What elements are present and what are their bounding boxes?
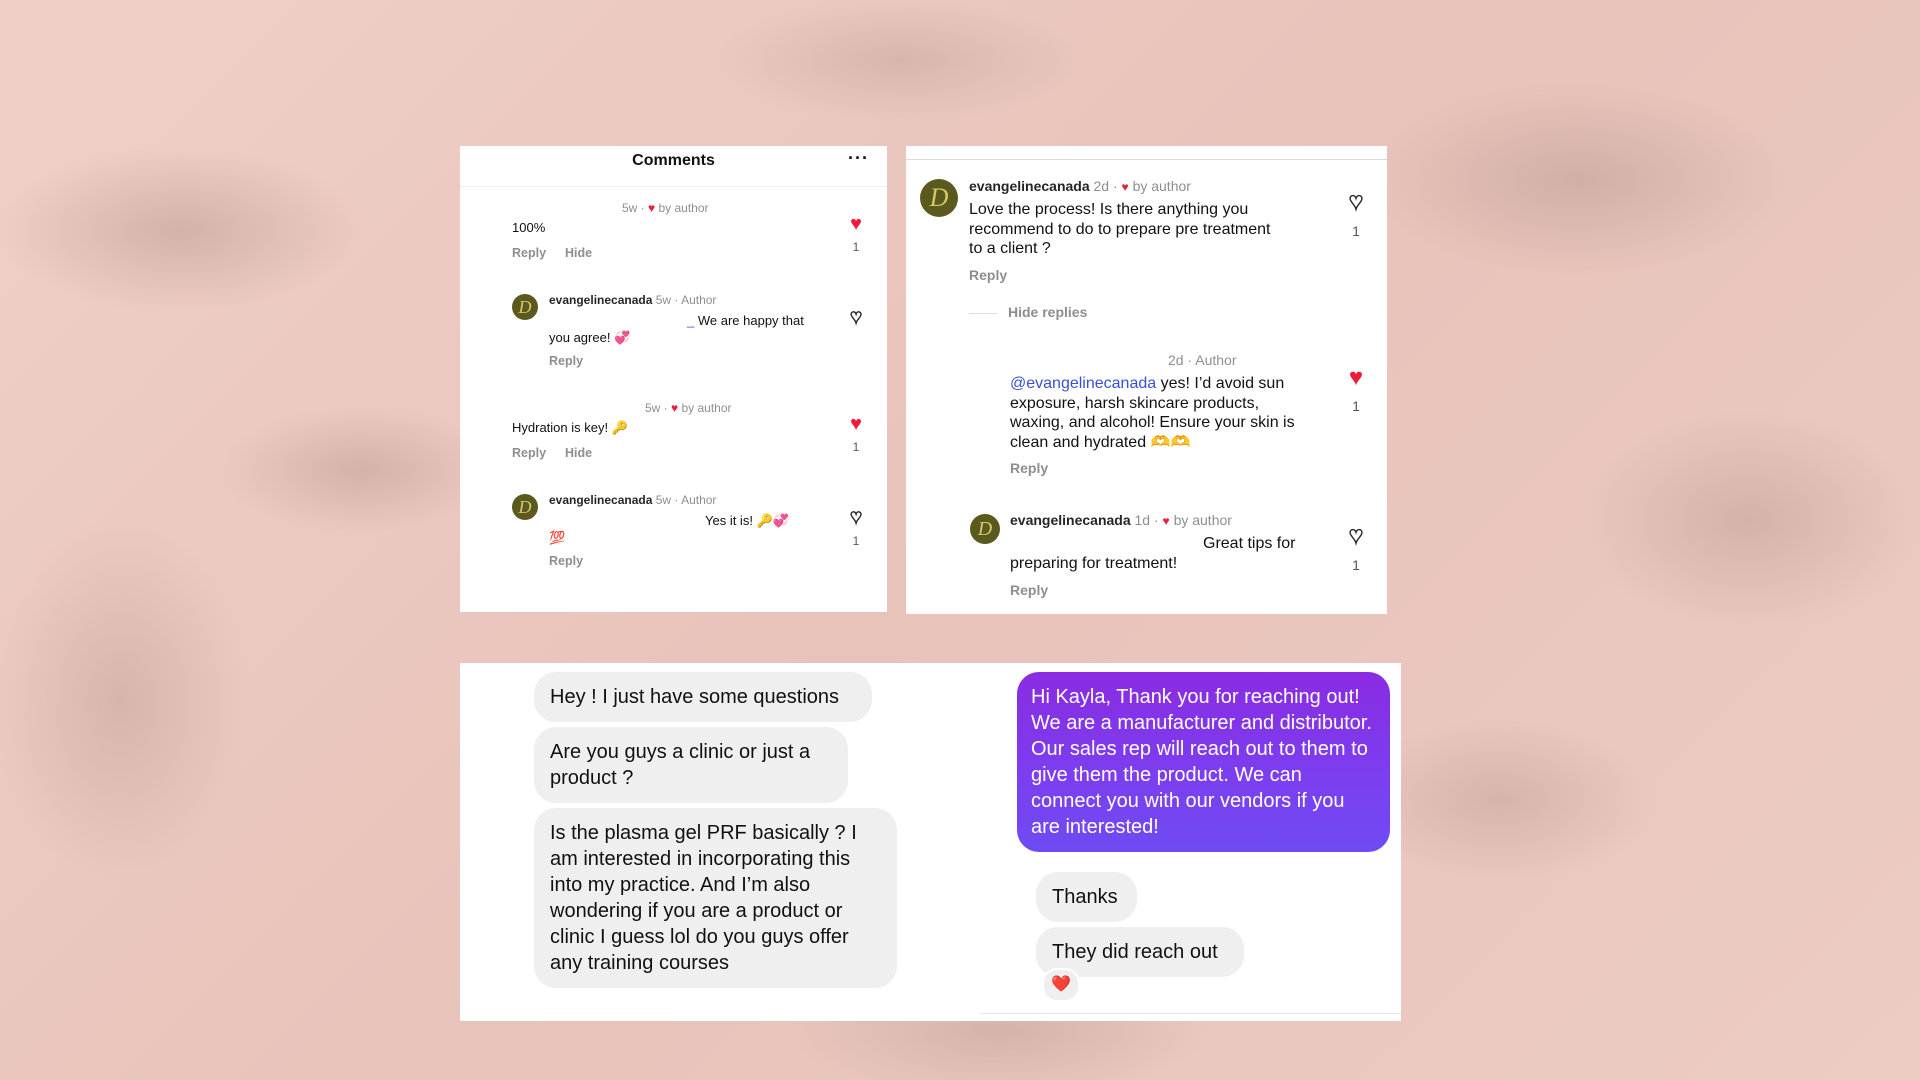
comment-liked-label: by author bbox=[658, 201, 709, 215]
comment-text-line: clean and hydrated 🫶🫶 bbox=[1010, 433, 1191, 451]
reply-button[interactable]: Reply bbox=[512, 446, 546, 460]
comment-text: 100% bbox=[512, 220, 546, 235]
comment-text-line: Yes it is! 🔑💞 bbox=[705, 513, 789, 528]
heart-reaction-icon[interactable]: ❤️ bbox=[1042, 968, 1080, 1002]
reply-button[interactable]: Reply bbox=[549, 354, 583, 368]
comments-panel: Comments ··· 5w · ♥ by author 100% Reply… bbox=[460, 146, 887, 612]
heart-outline-icon[interactable]: ♥ bbox=[1344, 189, 1368, 214]
avatar[interactable]: D bbox=[970, 514, 1000, 544]
divider bbox=[906, 159, 1387, 160]
reply-button[interactable]: Reply bbox=[969, 267, 1007, 283]
divider bbox=[980, 1013, 1401, 1014]
received-message[interactable]: Is the plasma gel PRF basically ? I am i… bbox=[534, 808, 897, 988]
comments-header: Comments ··· bbox=[460, 146, 887, 187]
comment-text: @evangelinecanada yes! I’d avoid sun exp… bbox=[1010, 374, 1295, 452]
comment-text-line: @evangelinecanada yes! I’d avoid sun bbox=[1010, 374, 1295, 394]
like-count: 1 bbox=[852, 440, 860, 454]
heart-icon[interactable]: ♥ bbox=[846, 214, 866, 234]
comment-header: evangelinecanada 2d · ♥ by author bbox=[969, 178, 1191, 194]
sent-message[interactable]: Hi Kayla, Thank you for reaching out! We… bbox=[1017, 672, 1390, 852]
comment-text-line: you agree! 💞 bbox=[549, 330, 631, 345]
comment-text: Love the process! Is there anything you … bbox=[969, 200, 1271, 259]
hide-button[interactable]: Hide bbox=[565, 246, 592, 260]
comment-time: 2d bbox=[1093, 178, 1110, 194]
comment-text-line: We are happy that bbox=[697, 313, 804, 328]
reply-button[interactable]: Reply bbox=[549, 554, 583, 568]
reply-button[interactable]: Reply bbox=[1010, 460, 1048, 476]
heart-icon[interactable]: ♥ bbox=[1344, 366, 1368, 390]
received-message[interactable]: Hey ! I just have some questions bbox=[534, 672, 872, 722]
heart-outline-icon[interactable]: ♥ bbox=[846, 306, 866, 327]
hide-replies-button[interactable]: Hide replies bbox=[1008, 304, 1087, 320]
comment-time: 1d bbox=[1134, 512, 1151, 528]
comment-text: _ We are happy that bbox=[687, 313, 804, 328]
comment-text-line: waxing, and alcohol! Ensure your skin is bbox=[1010, 414, 1295, 431]
comment-time: 5w bbox=[622, 201, 638, 215]
comment-text-line: Great tips for bbox=[1203, 535, 1296, 552]
comments-title: Comments bbox=[632, 152, 715, 169]
heart-icon[interactable]: ♥ bbox=[846, 414, 866, 434]
liked-by-author-icon: ♥ bbox=[1162, 514, 1170, 528]
received-message[interactable]: Are you guys a clinic or just a product … bbox=[534, 727, 848, 803]
avatar[interactable]: D bbox=[512, 494, 538, 520]
comment-text-line: exposure, harsh skincare products, bbox=[1010, 394, 1260, 412]
username[interactable]: evangelinecanada bbox=[549, 493, 652, 507]
heart-outline-icon[interactable]: ♥ bbox=[1344, 523, 1368, 548]
like-count: 1 bbox=[852, 534, 860, 548]
more-options-icon[interactable]: ··· bbox=[848, 148, 869, 169]
like-count: 1 bbox=[852, 240, 860, 254]
comment-liked-label: by author bbox=[681, 401, 732, 415]
liked-by-author-icon: ♥ bbox=[648, 201, 656, 215]
comment-header: evangelinecanada 5w · Author bbox=[549, 293, 716, 307]
comment-text-line: 💯 bbox=[549, 530, 566, 545]
comment-meta: 5w · Author bbox=[655, 493, 717, 507]
like-count: 1 bbox=[1352, 557, 1360, 573]
comment-header: evangelinecanada 5w · Author bbox=[549, 493, 716, 507]
reply-button[interactable]: Reply bbox=[512, 246, 546, 260]
heart-outline-icon[interactable]: ♥ bbox=[846, 506, 866, 527]
username[interactable]: evangelinecanada bbox=[1010, 512, 1131, 528]
comment-header: evangelinecanada 1d · ♥ by author bbox=[1010, 512, 1232, 528]
hide-replies-line bbox=[969, 313, 997, 314]
liked-by-author-icon: ♥ bbox=[1121, 180, 1129, 194]
comment-liked-label: by author bbox=[1132, 178, 1191, 194]
mention-link[interactable]: @evangelinecanada bbox=[1010, 375, 1156, 392]
comment-meta: 2d · Author bbox=[1168, 352, 1237, 368]
comment-thread-panel: D evangelinecanada 2d · ♥ by author Love… bbox=[906, 146, 1387, 614]
avatar[interactable]: D bbox=[920, 179, 958, 217]
comment-meta: 5w · Author bbox=[655, 293, 717, 307]
received-message[interactable]: Thanks bbox=[1036, 872, 1137, 922]
avatar[interactable]: D bbox=[512, 294, 538, 320]
liked-by-author-icon: ♥ bbox=[671, 401, 679, 415]
reply-button[interactable]: Reply bbox=[1010, 582, 1048, 598]
comment-time: 5w bbox=[645, 401, 661, 415]
like-count: 1 bbox=[1352, 223, 1360, 239]
username[interactable]: evangelinecanada bbox=[549, 293, 652, 307]
comment-text-fragment: yes! I’d avoid sun bbox=[1156, 375, 1285, 392]
comment-meta: 5w · ♥ by author bbox=[645, 401, 732, 415]
username[interactable]: evangelinecanada bbox=[969, 178, 1090, 194]
comment-text: Hydration is key! 🔑 bbox=[512, 420, 628, 435]
comment-meta: 5w · ♥ by author bbox=[622, 201, 709, 215]
comment-text-line: to a client ? bbox=[969, 240, 1051, 257]
hide-button[interactable]: Hide bbox=[565, 446, 592, 460]
comment-liked-label: by author bbox=[1173, 512, 1232, 528]
comment-text-line: Love the process! Is there anything you bbox=[969, 201, 1249, 218]
comment-text-line: preparing for treatment! bbox=[1010, 555, 1178, 572]
like-count: 1 bbox=[1352, 398, 1360, 414]
comment-text-line: recommend to do to prepare pre treatment bbox=[969, 220, 1271, 238]
direct-messages-panel: Hey ! I just have some questions Are you… bbox=[460, 663, 1401, 1021]
